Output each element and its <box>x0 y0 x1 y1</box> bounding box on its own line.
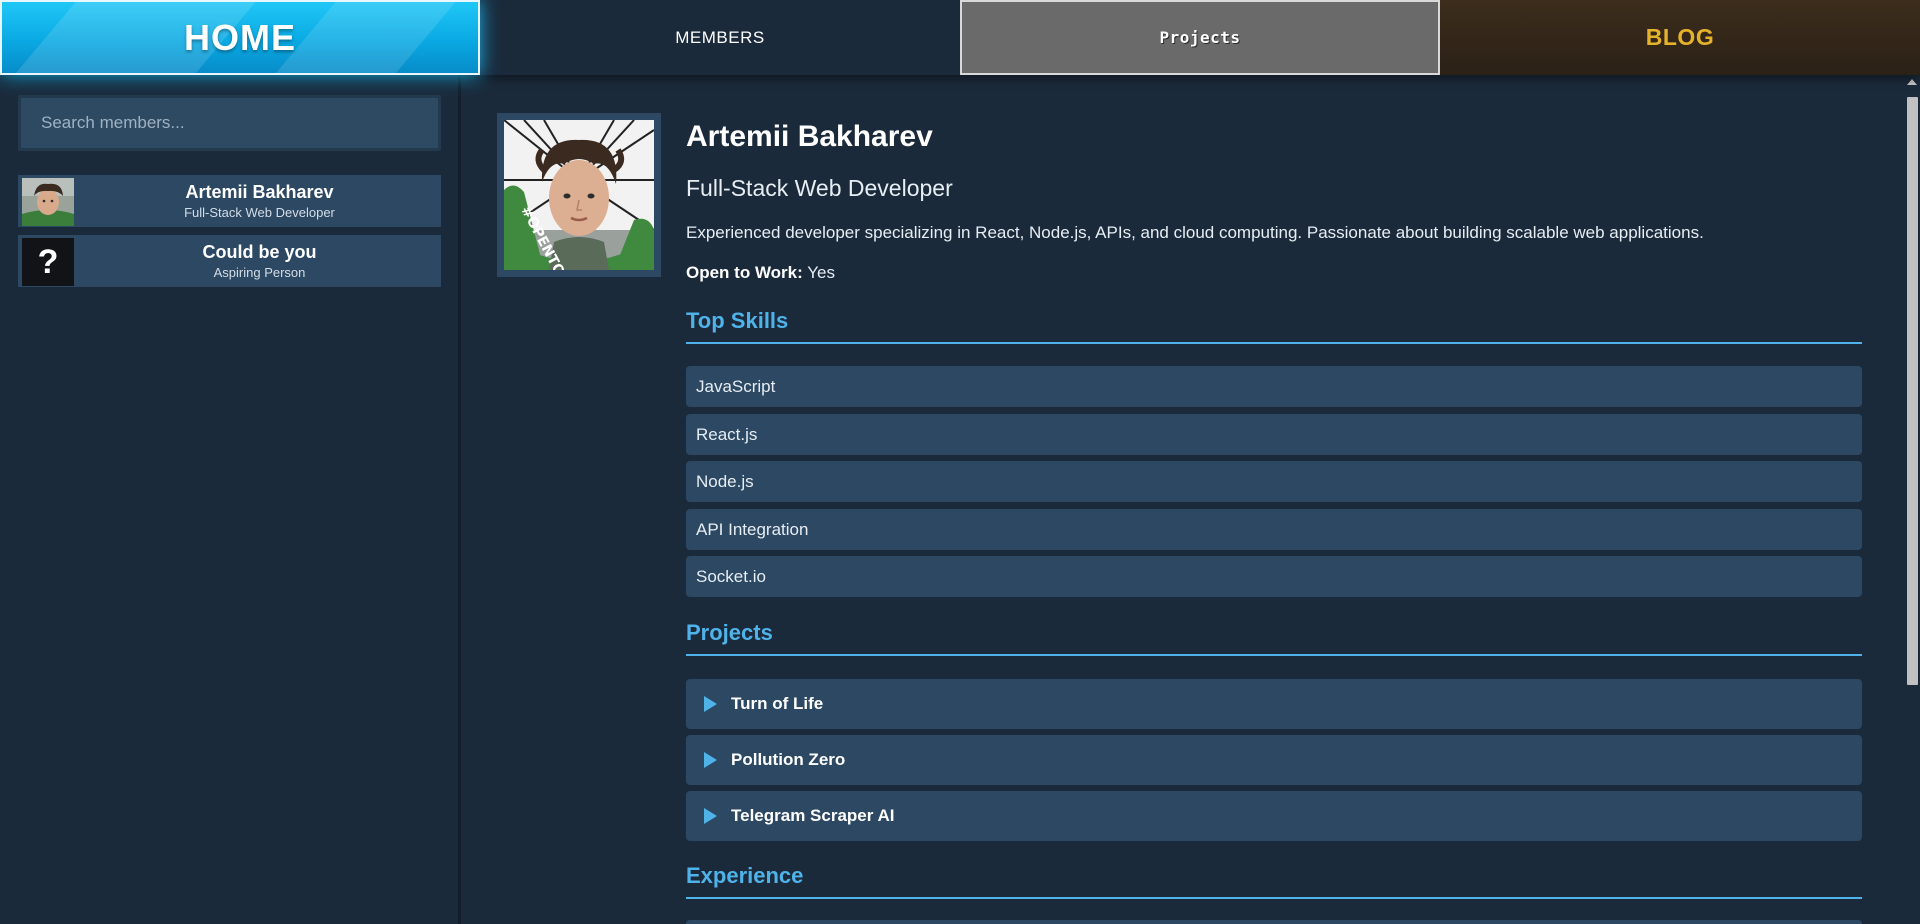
profile-description: Experienced developer specializing in Re… <box>686 223 1704 242</box>
nav-blog-label: BLOG <box>1645 24 1715 50</box>
skill-item: JavaScript <box>686 366 1862 407</box>
member-avatar <box>22 178 74 226</box>
profile-photo: #OPENTOWORK <box>504 120 654 270</box>
project-item-telegram-scraper-ai[interactable]: Telegram Scraper AI <box>686 791 1862 841</box>
experience-item <box>686 920 1862 924</box>
profile-title: Full-Stack Web Developer <box>686 175 953 201</box>
experience-heading: Experience <box>686 863 1862 899</box>
members-sidebar: Artemii Bakharev Full-Stack Web Develope… <box>0 75 461 924</box>
scrollbar-thumb[interactable] <box>1907 97 1918 685</box>
question-mark-icon: ? <box>22 238 74 286</box>
skill-item: Node.js <box>686 461 1862 502</box>
nav-members-label: MEMBERS <box>675 27 765 47</box>
project-title: Telegram Scraper AI <box>731 806 895 825</box>
scroll-up-arrow-icon[interactable] <box>1907 79 1917 85</box>
page-scrollbar[interactable] <box>1904 75 1920 924</box>
member-list-item-could-be-you[interactable]: ? Could be you Aspiring Person <box>18 235 441 287</box>
nav-blog-tab[interactable]: BLOG <box>1440 0 1920 75</box>
project-item-pollution-zero[interactable]: Pollution Zero <box>686 735 1862 785</box>
profile-panel: #OPENTOWORK Artemii Bakharev Full-Stack … <box>464 75 1920 924</box>
expand-triangle-icon <box>704 696 717 712</box>
open-to-work-label: Open to Work: <box>686 263 803 282</box>
member-role: Full-Stack Web Developer <box>184 205 335 220</box>
member-name: Artemii Bakharev <box>185 182 334 202</box>
member-list: Artemii Bakharev Full-Stack Web Develope… <box>18 175 441 295</box>
nav-projects-label: Projects <box>1159 28 1241 47</box>
project-title: Pollution Zero <box>731 750 846 769</box>
search-members-input[interactable] <box>18 95 441 151</box>
project-title: Turn of Life <box>731 694 824 713</box>
nav-home-label: HOME <box>184 16 296 58</box>
expand-triangle-icon <box>704 752 717 768</box>
member-role: Aspiring Person <box>213 265 306 280</box>
open-to-work-row: Open to Work: Yes <box>686 263 835 283</box>
expand-triangle-icon <box>704 808 717 824</box>
member-list-item-artemii[interactable]: Artemii Bakharev Full-Stack Web Develope… <box>18 175 441 227</box>
skill-item: Socket.io <box>686 556 1862 597</box>
member-name: Could be you <box>202 242 317 262</box>
open-to-work-value: Yes <box>807 263 835 282</box>
profile-photo-frame: #OPENTOWORK <box>497 113 661 277</box>
top-nav: HOME MEMBERS Projects BLOG <box>0 0 1920 75</box>
nav-projects-tab[interactable]: Projects <box>960 0 1440 75</box>
nav-home-tab[interactable]: HOME <box>0 0 480 75</box>
skill-item: React.js <box>686 414 1862 455</box>
nav-members-tab[interactable]: MEMBERS <box>480 0 960 75</box>
skill-item: API Integration <box>686 509 1862 550</box>
project-item-turn-of-life[interactable]: Turn of Life <box>686 679 1862 729</box>
skills-heading: Top Skills <box>686 308 1862 344</box>
profile-name: Artemii Bakharev <box>686 120 933 153</box>
projects-heading: Projects <box>686 620 1862 656</box>
